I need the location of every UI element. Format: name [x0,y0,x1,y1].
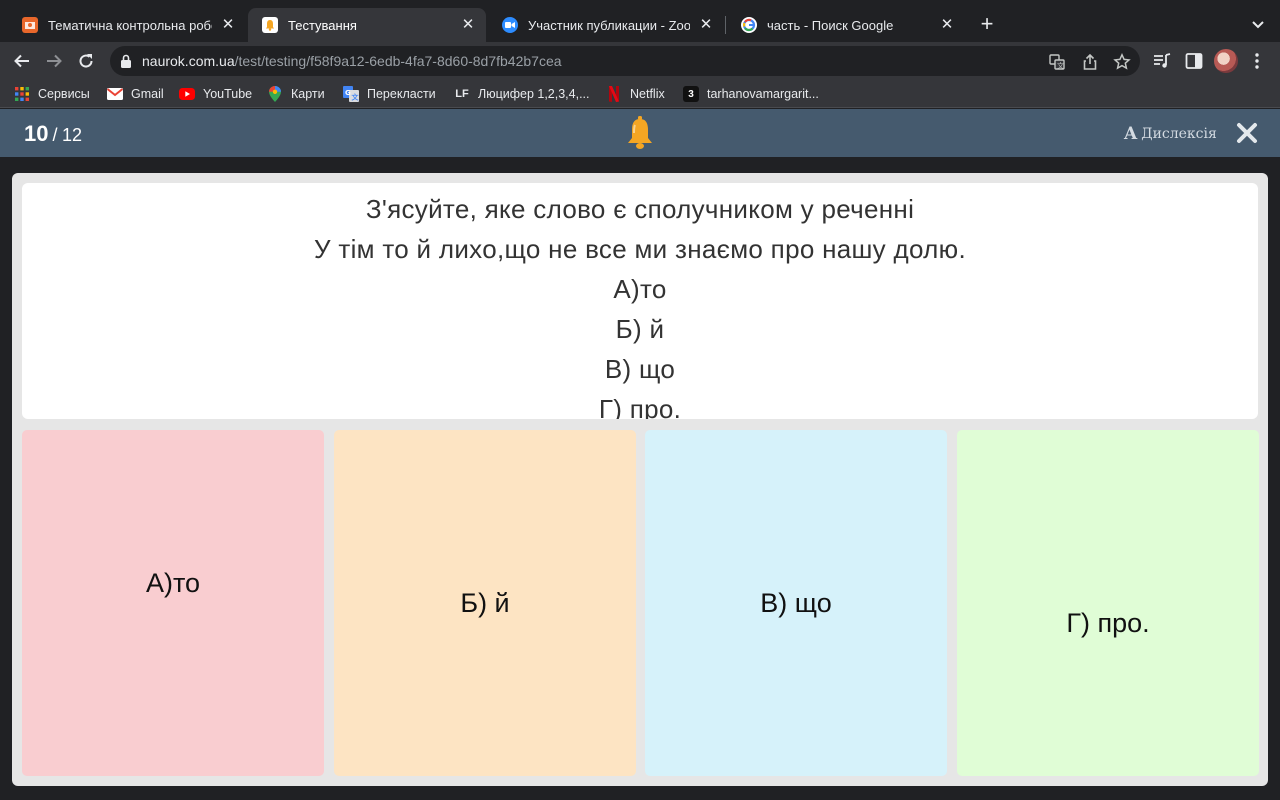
test-header: 10/ 12 A Дислексія [0,109,1280,157]
translate-page-icon[interactable]: 文 [1048,53,1066,71]
counter-separator: / [52,125,58,145]
bookmark-label: Карти [291,87,325,101]
bookmark-label: Сервисы [38,87,90,101]
question-line: А)то [613,274,667,304]
apps-grid-icon [14,86,30,102]
tab-close-icon[interactable]: ✕ [220,17,236,33]
bookmark-gmail[interactable]: Gmail [107,85,164,103]
dyslexia-a-icon: A [1124,124,1138,144]
tab-title: Тематична контрольна робот [48,17,212,33]
back-arrow-icon[interactable] [10,49,34,73]
translate-icon: G文 [343,86,359,102]
svg-text:文: 文 [352,93,360,102]
answer-label: А)то [145,567,201,598]
bookmarks-bar: Сервисы Gmail YouTube Карти G文 Перекласт… [0,80,1280,108]
tab-separator [725,16,726,34]
forward-arrow-icon[interactable] [42,49,66,73]
browser-toolbar: naurok.com.ua/test/testing/f58f9a12-6edb… [0,42,1280,80]
tab-title: часть - Поиск Google [767,17,894,33]
answer-label: Г) про. [1066,607,1150,638]
svg-text:文: 文 [1057,61,1064,70]
bookmark-label: tarhanovamargarit... [707,87,819,101]
question-line: Г) про. [598,394,682,419]
bookmark-label: Gmail [131,87,164,101]
current-question-number: 10 [24,121,49,146]
tab-google-search[interactable]: часть - Поиск Google ✕ [727,8,965,42]
bookmark-services[interactable]: Сервисы [14,85,90,103]
reload-icon[interactable] [74,49,98,73]
question-line: У тім то й лихо,що не все ми знаємо про … [314,234,966,264]
dyslexia-font-toggle[interactable]: A Дислексія [1124,124,1217,144]
bookmark-label: Netflix [630,87,665,101]
url-host: naurok.com.ua [142,53,235,69]
tab-close-icon[interactable]: ✕ [939,17,955,33]
naurok-bell-icon [262,17,278,33]
netflix-icon [606,86,622,102]
question-text: З'ясуйте, яке слово є сполучником у рече… [22,183,1258,419]
answer-option-a[interactable]: А)то [22,430,324,776]
side-panel-icon[interactable] [1184,51,1204,71]
tab-title: Тестування [288,17,357,33]
bookmark-translate[interactable]: G文 Перекласти [343,85,436,103]
close-test-icon[interactable] [1236,122,1258,144]
answer-label: Б) й [460,587,510,618]
tab-search-chevron-icon[interactable] [1248,14,1268,34]
address-bar[interactable]: naurok.com.ua/test/testing/f58f9a12-6edb… [110,46,1140,76]
tab-close-icon[interactable]: ✕ [698,17,714,33]
question-line: З'ясуйте, яке слово є сполучником у рече… [365,194,915,224]
answer-option-b[interactable]: Б) й [334,430,636,776]
url-path: /test/testing/f58f9a12-6edb-4fa7-8d60-8d… [234,53,562,69]
lock-icon[interactable] [120,54,132,68]
question-counter: 10/ 12 [24,121,82,147]
google-icon [741,17,757,33]
question-card: З'ясуйте, яке слово є сполучником у рече… [22,183,1258,419]
dyslexia-label: Дислексія [1141,126,1217,142]
naurok-icon [22,17,38,33]
tab-title: Участник публикации - Zoom [528,17,690,33]
share-icon[interactable] [1081,53,1099,71]
answer-label: В) що [760,587,832,618]
bookmark-label: Перекласти [367,87,436,101]
bookmark-maps[interactable]: Карти [267,85,325,103]
answer-option-v[interactable]: В) що [645,430,947,776]
svg-text:G: G [345,89,351,97]
url-text[interactable]: naurok.com.ua/test/testing/f58f9a12-6edb… [142,53,562,69]
tab-naurok-test[interactable]: Тематична контрольна робот ✕ [8,8,246,42]
zoom-icon [502,17,518,33]
bookmark-lucifer[interactable]: LF Люцифер 1,2,3,4,... [454,85,590,103]
new-tab-plus-icon[interactable]: + [975,13,999,37]
youtube-icon [179,86,195,102]
question-line: В) що [604,354,676,384]
browser-menu-icon[interactable] [1249,51,1265,71]
bookmark-netflix[interactable]: Netflix [606,85,665,103]
question-line: Б) й [615,314,665,344]
tab-testing[interactable]: Тестування ✕ [248,8,486,42]
bookmark-star-icon[interactable] [1113,53,1131,71]
bookmark-label: YouTube [203,87,253,101]
tab-zoom[interactable]: Участник публикации - Zoom ✕ [488,8,724,42]
browser-tab-strip: Тематична контрольна робот ✕ Тестування … [0,0,1280,42]
tab-close-icon[interactable]: ✕ [460,17,476,33]
maps-icon [267,86,283,102]
answer-option-g[interactable]: Г) про. [957,430,1259,776]
z-icon: 3 [683,86,699,102]
media-controls-icon[interactable] [1152,51,1172,71]
lf-icon: LF [455,88,469,100]
profile-avatar[interactable] [1214,49,1238,73]
bookmark-tarhanova[interactable]: 3 tarhanovamargarit... [683,85,819,103]
bell-icon [628,116,652,149]
bookmark-label: Люцифер 1,2,3,4,... [478,87,590,101]
bookmark-youtube[interactable]: YouTube [179,85,252,103]
total-questions-number: 12 [61,125,82,145]
gmail-icon [107,86,123,102]
